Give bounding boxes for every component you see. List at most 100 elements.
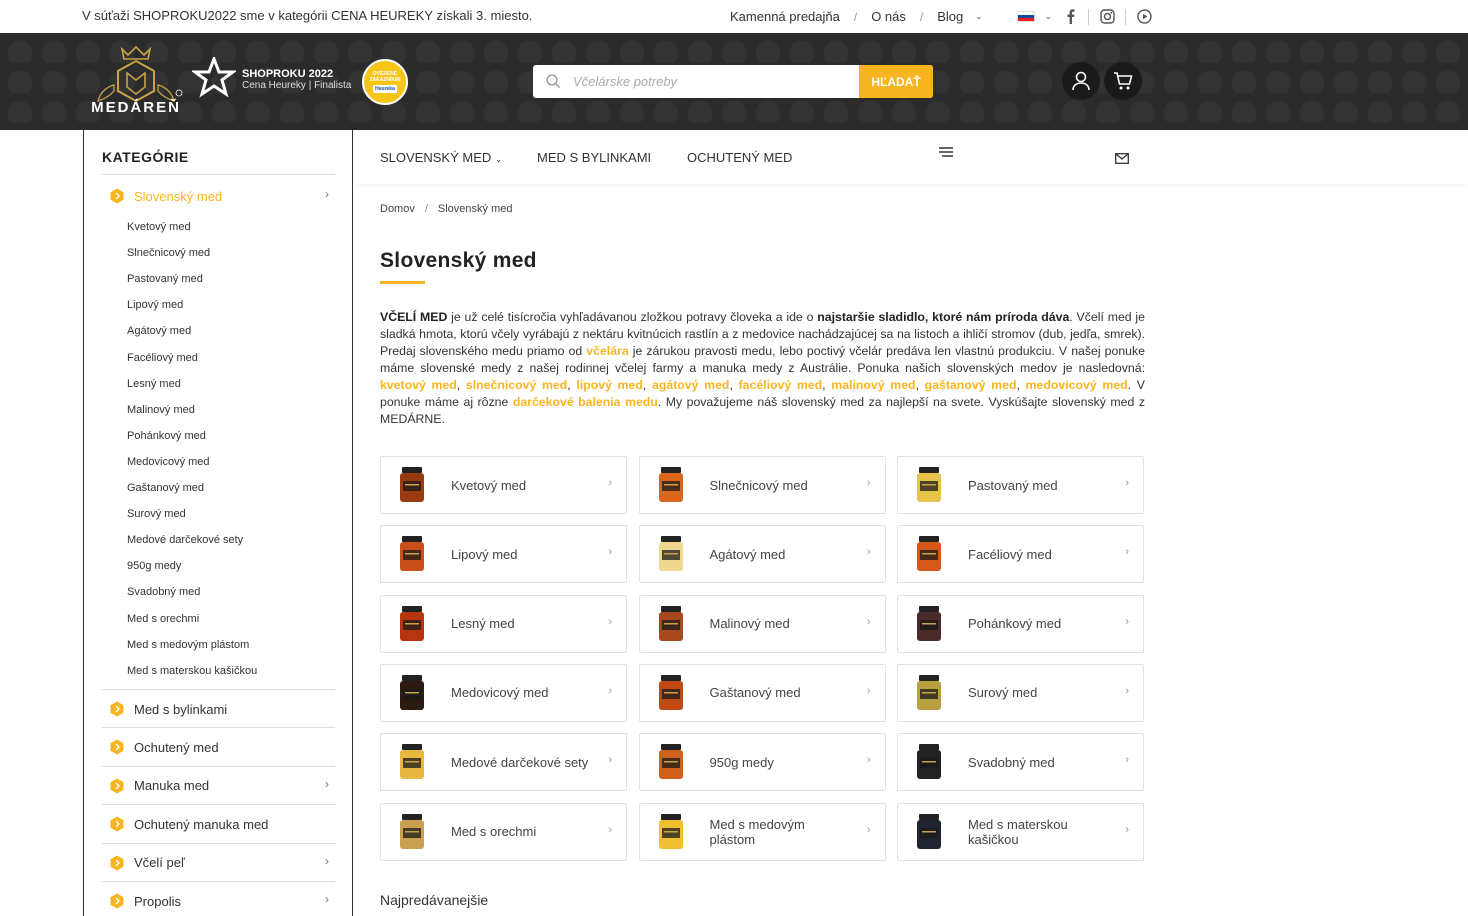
- subcategory-tile[interactable]: Med s medovým plástom ›: [638, 802, 886, 861]
- link-darcekove-balenia[interactable]: darčekové balenia medu: [513, 395, 658, 409]
- link-medovicovy-med[interactable]: medovicový med: [1026, 378, 1128, 392]
- chevron-right-icon[interactable]: ›: [325, 777, 329, 791]
- facebook-icon[interactable]: [1062, 9, 1078, 25]
- subcategory-tile[interactable]: Agátový med ›: [638, 525, 886, 584]
- sidebar-subitem[interactable]: Pastovaný med: [127, 273, 203, 285]
- subcategory-tile[interactable]: 950g medy ›: [638, 733, 886, 792]
- sidebar-subitem[interactable]: Pohánkový med: [127, 430, 206, 442]
- honey-jar-icon: [400, 467, 424, 502]
- subcategory-tile[interactable]: Medovicový med ›: [380, 663, 627, 722]
- honey-jar-icon: [917, 605, 941, 641]
- sidebar-item-slovensky-med[interactable]: Slovenský med ›: [102, 177, 335, 215]
- sidebar-category-item[interactable]: Med s bylinkami: [102, 690, 335, 728]
- language-flag-icon[interactable]: [1016, 11, 1035, 22]
- heureka-verified-badge[interactable]: OVERENÉ ZÁKAZNÍKMI Heureka: [362, 59, 408, 105]
- sidebar-category-item[interactable]: Ochutený med: [102, 728, 335, 766]
- link-lipovy-med[interactable]: lipový med: [576, 378, 643, 392]
- sidebar-item-label: Manuka med: [134, 778, 210, 794]
- blog-chevron-icon[interactable]: ⌄: [975, 11, 983, 22]
- link-vcelara[interactable]: včelára: [586, 344, 628, 358]
- subcategory-tile[interactable]: Slnečnicový med ›: [638, 456, 886, 514]
- link-kvetovy-med[interactable]: kvetový med: [380, 378, 457, 392]
- sidebar-category-item[interactable]: Manuka med ›: [102, 767, 335, 805]
- honey-jar-icon: [917, 674, 941, 710]
- chevron-right-icon: ›: [608, 684, 612, 697]
- divider: [1088, 8, 1090, 25]
- subcategory-tile[interactable]: Svadobný med ›: [897, 733, 1144, 792]
- divider: [1125, 8, 1127, 25]
- honey-jar-icon: [658, 813, 683, 849]
- subcategory-tile[interactable]: Surový med ›: [897, 663, 1144, 722]
- link-blog[interactable]: Blog: [937, 9, 963, 24]
- sidebar-subitem[interactable]: Facéliový med: [127, 352, 198, 364]
- subcategory-tile[interactable]: Pohánkový med ›: [897, 594, 1144, 653]
- subcategory-tile[interactable]: Malinový med ›: [638, 594, 886, 653]
- link-slnecnicovy-med[interactable]: slnečnicový med: [466, 378, 567, 392]
- sidebar-subitem[interactable]: Lipový med: [127, 299, 183, 311]
- nav-slovensky-med[interactable]: SLOVENSKÝ MED ⌄: [380, 150, 502, 165]
- menu-icon[interactable]: [939, 146, 953, 164]
- subcategory-tile[interactable]: Lesný med ›: [380, 594, 627, 653]
- account-button[interactable]: [1062, 62, 1100, 100]
- mail-icon[interactable]: [1115, 151, 1129, 169]
- honeycomb-icon: [110, 855, 124, 871]
- subcategory-tile[interactable]: Pastovaný med ›: [897, 456, 1144, 514]
- sidebar-subitem[interactable]: Medovicový med: [127, 456, 210, 468]
- chevron-right-icon: ›: [866, 754, 871, 767]
- chevron-right-icon[interactable]: ›: [325, 187, 329, 201]
- subcategory-tile[interactable]: Gaštanový med ›: [638, 663, 886, 722]
- sidebar-category-item[interactable]: Ochutený manuka med: [102, 805, 335, 843]
- language-chevron-icon[interactable]: ⌄: [1045, 11, 1053, 22]
- subcategory-tile[interactable]: Lipový med ›: [380, 525, 627, 584]
- sidebar-subitem[interactable]: Slnečnicový med: [127, 247, 210, 259]
- honey-jar-icon: [400, 674, 424, 710]
- sidebar-category-item[interactable]: Propolis ›: [102, 882, 335, 916]
- sidebar-subitem[interactable]: Agátový med: [127, 325, 191, 337]
- tile-label: Svadobný med: [968, 754, 1055, 770]
- sidebar-subitem[interactable]: 950g medy: [127, 560, 181, 572]
- subcategory-tile[interactable]: Med s materskou kašičkou ›: [897, 802, 1144, 861]
- link-malinovy-med[interactable]: malinový med: [831, 378, 915, 392]
- chevron-right-icon[interactable]: ›: [325, 854, 329, 868]
- sidebar-subitem[interactable]: Malinový med: [127, 404, 195, 416]
- user-icon: [1072, 71, 1090, 91]
- subcategory-tile[interactable]: Med s orechmi ›: [380, 802, 627, 861]
- chevron-right-icon[interactable]: ›: [325, 892, 329, 906]
- subcategory-tile[interactable]: Facéliový med ›: [897, 525, 1144, 584]
- chevron-right-icon: ›: [1125, 615, 1129, 628]
- sidebar-category-item[interactable]: Včelí peľ ›: [102, 844, 335, 882]
- sidebar-subitem[interactable]: Med s medovým plástom: [127, 639, 249, 651]
- subcategory-tile[interactable]: Kvetový med ›: [380, 456, 627, 514]
- sidebar-item-label: Ochutený manuka med: [134, 816, 269, 832]
- search-input[interactable]: [573, 74, 859, 89]
- link-faceliovy-med[interactable]: facéliový med: [739, 378, 823, 392]
- link-kamenna-predajna[interactable]: Kamenná predajňa: [730, 9, 840, 24]
- instagram-icon[interactable]: [1099, 9, 1115, 25]
- sidebar-item-label: Med s bylinkami: [134, 701, 228, 717]
- sidebar-subitem[interactable]: Gaštanový med: [127, 482, 204, 494]
- honey-jar-icon: [917, 744, 941, 780]
- sidebar-subitem[interactable]: Med s orechmi: [127, 613, 199, 625]
- chevron-right-icon: ›: [608, 615, 612, 628]
- cart-button[interactable]: [1104, 62, 1142, 100]
- breadcrumb-home[interactable]: Domov: [380, 203, 415, 215]
- sidebar-subitem[interactable]: Svadobný med: [127, 586, 200, 598]
- nav-med-s-bylinkami[interactable]: MED S BYLINKAMI: [537, 150, 651, 165]
- title-underline: [380, 281, 425, 284]
- link-o-nas[interactable]: O nás: [871, 9, 906, 24]
- nav-ochuteny-med[interactable]: OCHUTENÝ MED: [687, 150, 792, 165]
- chevron-right-icon: ›: [1125, 477, 1129, 489]
- link-gastanovy-med[interactable]: gaštanový med: [925, 378, 1017, 392]
- sidebar-subitem[interactable]: Lesný med: [127, 378, 181, 390]
- chevron-right-icon: ›: [866, 477, 871, 489]
- link-agatovy-med[interactable]: agátový med: [652, 378, 729, 392]
- sidebar-subitem[interactable]: Medové darčekové sety: [127, 534, 243, 546]
- subcategory-tile[interactable]: Medové darčekové sety ›: [380, 733, 627, 792]
- sidebar-subitem[interactable]: Surový med: [127, 508, 186, 520]
- honey-jar-icon: [400, 744, 424, 780]
- sidebar-subitem[interactable]: Kvetový med: [127, 221, 191, 233]
- sidebar-subitem[interactable]: Med s materskou kašičkou: [127, 665, 257, 677]
- youtube-play-icon[interactable]: [1136, 9, 1152, 25]
- search-button[interactable]: HĽADAŤ: [859, 65, 933, 98]
- honey-jar-icon: [658, 674, 683, 710]
